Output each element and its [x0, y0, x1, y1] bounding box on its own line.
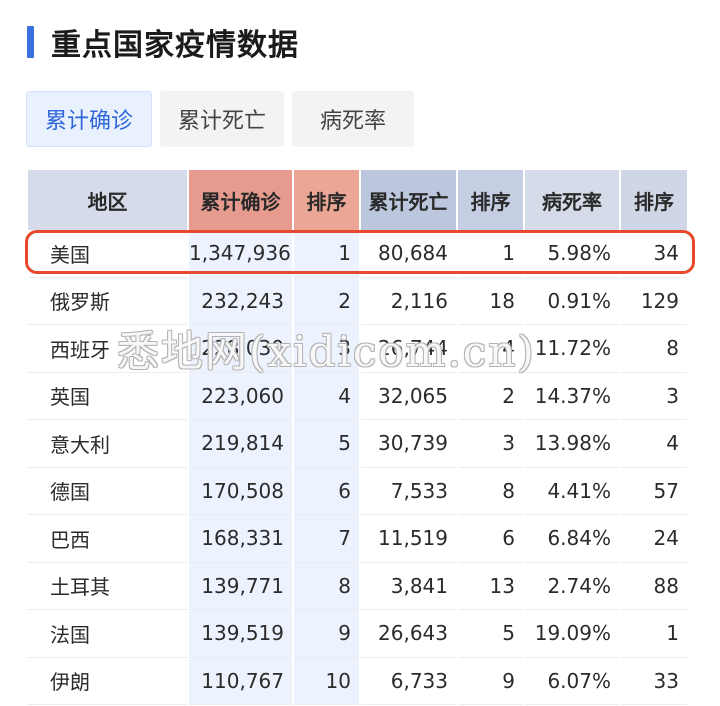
table-row[interactable]: 西班牙 228,030 3 26,744 4 11.72% 8	[28, 324, 689, 373]
cell-fatality-rank: 4	[620, 419, 689, 468]
cell-confirmed-rank: 5	[293, 419, 361, 468]
cell-confirmed: 228,030	[188, 324, 294, 373]
header-deaths-rank[interactable]: 排序	[457, 170, 525, 230]
cell-deaths-rank: 3	[457, 419, 525, 468]
cell-fatality-rank: 57	[620, 467, 689, 515]
cell-deaths: 11,519	[360, 514, 458, 563]
cell-confirmed-rank: 3	[293, 324, 361, 373]
cell-fatality-rate: 0.91%	[524, 277, 621, 325]
table-body: 美国 1,347,936 1 80,684 1 5.98% 34 俄罗斯 232,243 2 2,1…	[28, 230, 689, 705]
cell-deaths: 80,684	[360, 230, 458, 278]
cell-deaths: 32,065	[360, 372, 458, 420]
cell-confirmed-rank: 2	[293, 277, 361, 325]
header-fatality-rank[interactable]: 排序	[620, 170, 689, 230]
cell-fatality-rank: 88	[620, 562, 689, 610]
title-accent-bar	[27, 26, 34, 58]
cell-fatality-rate: 6.07%	[524, 657, 621, 705]
cell-fatality-rank: 34	[620, 230, 689, 278]
cell-confirmed: 110,767	[188, 657, 294, 705]
cell-region: 德国	[28, 467, 189, 515]
cell-fatality-rate: 14.37%	[524, 372, 621, 420]
cell-region: 意大利	[28, 419, 189, 468]
table-row[interactable]: 伊朗 110,767 10 6,733 9 6.07% 33	[28, 657, 689, 705]
table-row[interactable]: 巴西 168,331 7 11,519 6 6.84% 24	[28, 514, 689, 563]
cell-fatality-rank: 8	[620, 324, 689, 373]
cell-region: 伊朗	[28, 657, 189, 705]
cell-deaths-rank: 5	[457, 609, 525, 658]
table-row[interactable]: 法国 139,519 9 26,643 5 19.09% 1	[28, 609, 689, 658]
cell-region: 美国	[28, 230, 189, 278]
tab-confirmed[interactable]: 累计确诊	[26, 91, 152, 147]
table-row[interactable]: 俄罗斯 232,243 2 2,116 18 0.91% 129	[28, 277, 689, 325]
page-header: 重点国家疫情数据	[27, 22, 299, 63]
cell-deaths-rank: 13	[457, 562, 525, 610]
cell-fatality-rank: 1	[620, 609, 689, 658]
cell-confirmed: 139,771	[188, 562, 294, 610]
cell-deaths: 26,643	[360, 609, 458, 658]
table-row[interactable]: 德国 170,508 6 7,533 8 4.41% 57	[28, 467, 689, 515]
table-header-row: 地区 累计确诊 排序 累计死亡 排序 病死率 排序	[28, 170, 689, 230]
cell-fatality-rate: 13.98%	[524, 419, 621, 468]
tab-deaths[interactable]: 累计死亡	[160, 91, 284, 147]
cell-confirmed-rank: 8	[293, 562, 361, 610]
cell-fatality-rate: 5.98%	[524, 230, 621, 278]
cell-deaths-rank: 9	[457, 657, 525, 705]
cell-fatality-rank: 129	[620, 277, 689, 325]
cell-deaths-rank: 1	[457, 230, 525, 278]
cell-fatality-rank: 24	[620, 514, 689, 563]
cell-deaths-rank: 8	[457, 467, 525, 515]
cell-confirmed-rank: 7	[293, 514, 361, 563]
cell-fatality-rate: 11.72%	[524, 324, 621, 373]
cell-confirmed-rank: 6	[293, 467, 361, 515]
table-row[interactable]: 土耳其 139,771 8 3,841 13 2.74% 88	[28, 562, 689, 610]
cell-deaths-rank: 6	[457, 514, 525, 563]
table-row[interactable]: 意大利 219,814 5 30,739 3 13.98% 4	[28, 419, 689, 468]
cell-deaths-rank: 18	[457, 277, 525, 325]
tab-bar: 累计确诊 累计死亡 病死率	[26, 91, 422, 147]
cell-confirmed: 170,508	[188, 467, 294, 515]
cell-region: 俄罗斯	[28, 277, 189, 325]
cell-deaths: 7,533	[360, 467, 458, 515]
cell-fatality-rank: 33	[620, 657, 689, 705]
cell-confirmed: 168,331	[188, 514, 294, 563]
header-region[interactable]: 地区	[28, 170, 189, 230]
cell-deaths: 3,841	[360, 562, 458, 610]
cell-fatality-rank: 3	[620, 372, 689, 420]
cell-deaths: 26,744	[360, 324, 458, 373]
cell-confirmed-rank: 4	[293, 372, 361, 420]
cell-fatality-rate: 2.74%	[524, 562, 621, 610]
cell-confirmed: 219,814	[188, 419, 294, 468]
page-title: 重点国家疫情数据	[51, 28, 299, 63]
tab-fatality-rate[interactable]: 病死率	[292, 91, 414, 147]
cell-deaths: 2,116	[360, 277, 458, 325]
header-confirmed[interactable]: 累计确诊	[188, 170, 294, 230]
cell-confirmed: 223,060	[188, 372, 294, 420]
header-fatality-rate[interactable]: 病死率	[524, 170, 621, 230]
cell-deaths-rank: 4	[457, 324, 525, 373]
header-deaths[interactable]: 累计死亡	[360, 170, 458, 230]
cell-deaths: 30,739	[360, 419, 458, 468]
cell-confirmed-rank: 10	[293, 657, 361, 705]
cell-deaths-rank: 2	[457, 372, 525, 420]
table-row[interactable]: 美国 1,347,936 1 80,684 1 5.98% 34	[28, 230, 689, 278]
cell-confirmed: 139,519	[188, 609, 294, 658]
country-data-table: 地区 累计确诊 排序 累计死亡 排序 病死率 排序 美国 1,347,936 1 80…	[28, 170, 689, 705]
cell-region: 法国	[28, 609, 189, 658]
table-row[interactable]: 英国 223,060 4 32,065 2 14.37% 3	[28, 372, 689, 420]
cell-fatality-rate: 6.84%	[524, 514, 621, 563]
cell-deaths: 6,733	[360, 657, 458, 705]
cell-confirmed-rank: 1	[293, 230, 361, 278]
cell-confirmed-rank: 9	[293, 609, 361, 658]
header-confirmed-rank[interactable]: 排序	[293, 170, 361, 230]
cell-region: 英国	[28, 372, 189, 420]
cell-fatality-rate: 19.09%	[524, 609, 621, 658]
cell-region: 西班牙	[28, 324, 189, 373]
cell-fatality-rate: 4.41%	[524, 467, 621, 515]
cell-region: 土耳其	[28, 562, 189, 610]
cell-region: 巴西	[28, 514, 189, 563]
cell-confirmed: 1,347,936	[188, 230, 294, 278]
cell-confirmed: 232,243	[188, 277, 294, 325]
